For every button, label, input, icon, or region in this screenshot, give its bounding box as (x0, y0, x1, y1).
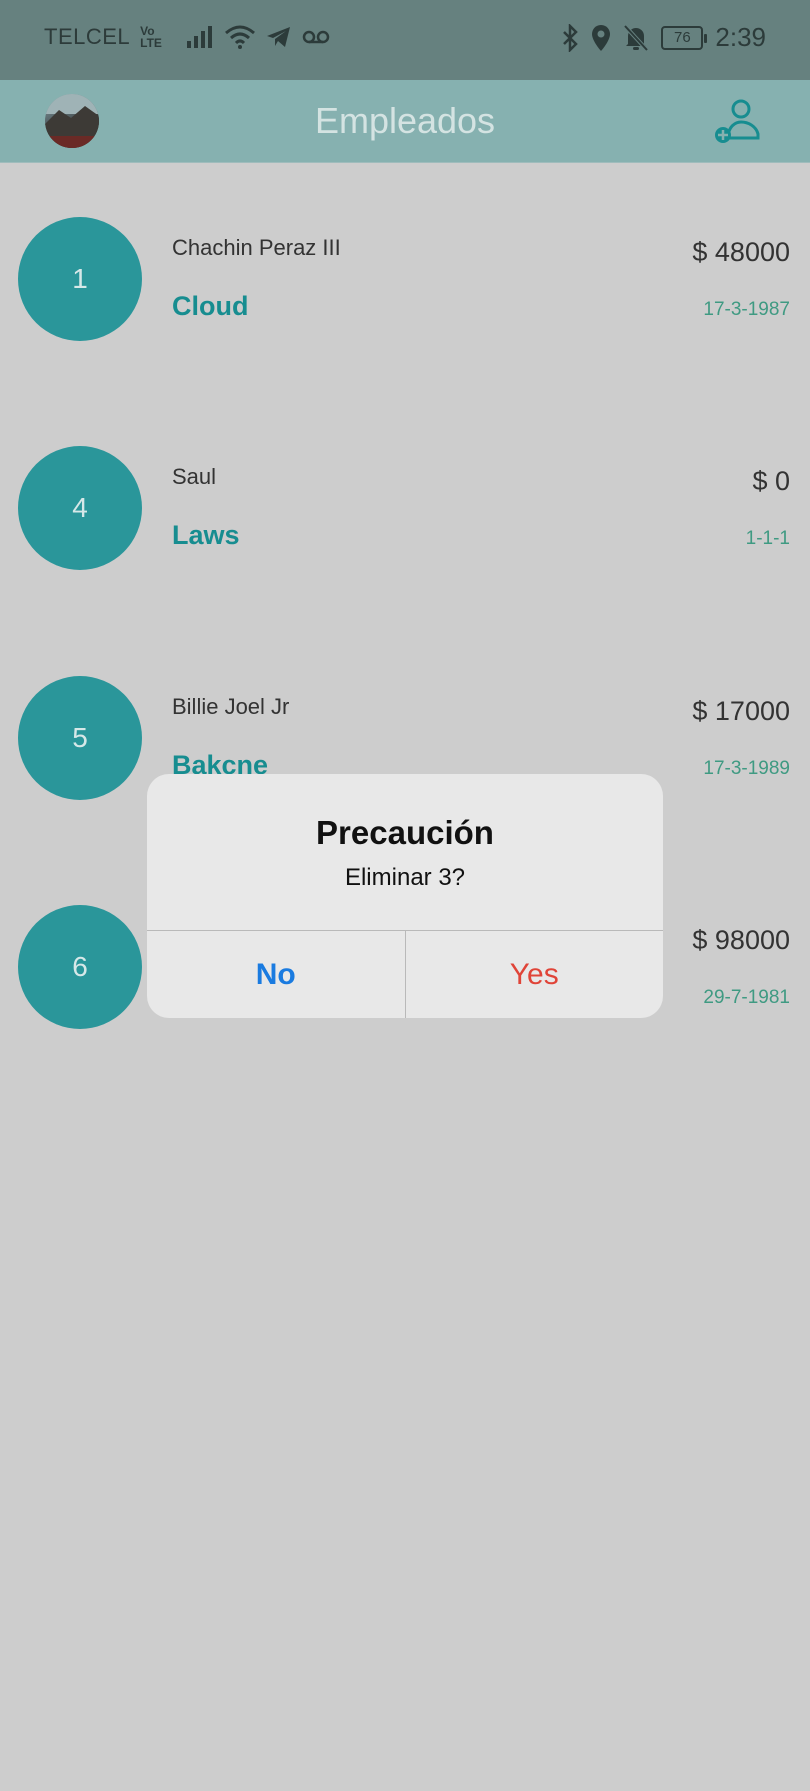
employee-salary: $ 0 (752, 466, 790, 496)
wifi-icon (224, 25, 255, 49)
dialog-title: Precaución (316, 814, 494, 851)
voicemail-icon (302, 30, 330, 44)
dialog-message: Eliminar 3? (344, 864, 466, 891)
employee-name: Chachin Peraz III (172, 235, 341, 260)
telegram-icon (266, 27, 290, 47)
employee-id-badge: 5 (18, 676, 142, 800)
status-bar: TELCEL Vo LTE 76 2:39 (0, 0, 810, 80)
location-icon (592, 24, 611, 51)
battery-icon: 76 (661, 25, 708, 50)
carrier-label: TELCEL (44, 24, 131, 49)
employee-role: Cloud (172, 291, 249, 321)
volte-bottom: LTE (140, 36, 162, 50)
add-user-button[interactable] (714, 98, 760, 144)
employee-id-badge: 4 (18, 446, 142, 570)
page-title: Empleados (314, 100, 496, 141)
add-user-icon (715, 99, 760, 143)
employee-date: 1-1-1 (745, 528, 790, 549)
volte-icon: Vo LTE (140, 25, 162, 49)
yes-button[interactable]: Yes (406, 931, 664, 1018)
employee-id-badge: 6 (18, 905, 142, 1029)
bell-off-icon (623, 24, 649, 51)
employee-id-badge: 1 (18, 217, 142, 341)
signal-icon (186, 26, 212, 48)
employee-salary: $ 48000 (692, 237, 790, 267)
employee-salary: $ 98000 (692, 925, 790, 955)
bluetooth-icon (563, 23, 579, 52)
employee-salary: $ 17000 (692, 696, 790, 726)
list-item[interactable]: 4 Saul Laws $ 0 1-1-1 (0, 446, 810, 576)
employee-date: 17-3-1989 (703, 758, 790, 779)
employee-date: 17-3-1987 (703, 299, 790, 320)
employee-name: Billie Joel Jr (172, 694, 290, 719)
clock: 2:39 (715, 22, 766, 52)
dialog-actions: No Yes (147, 930, 663, 1018)
employee-role: Laws (172, 520, 240, 550)
list-item[interactable]: 1 Chachin Peraz III Cloud $ 48000 17-3-1… (0, 217, 810, 347)
status-right: 76 2:39 (561, 22, 766, 53)
employee-date: 29-7-1981 (703, 987, 790, 1008)
employee-name: Saul (172, 464, 217, 489)
confirm-dialog: Precaución Eliminar 3? No Yes (147, 774, 663, 1018)
status-left: TELCEL Vo LTE (44, 24, 330, 50)
no-button[interactable]: No (147, 931, 406, 1018)
app-bar: Empleados (0, 80, 810, 163)
